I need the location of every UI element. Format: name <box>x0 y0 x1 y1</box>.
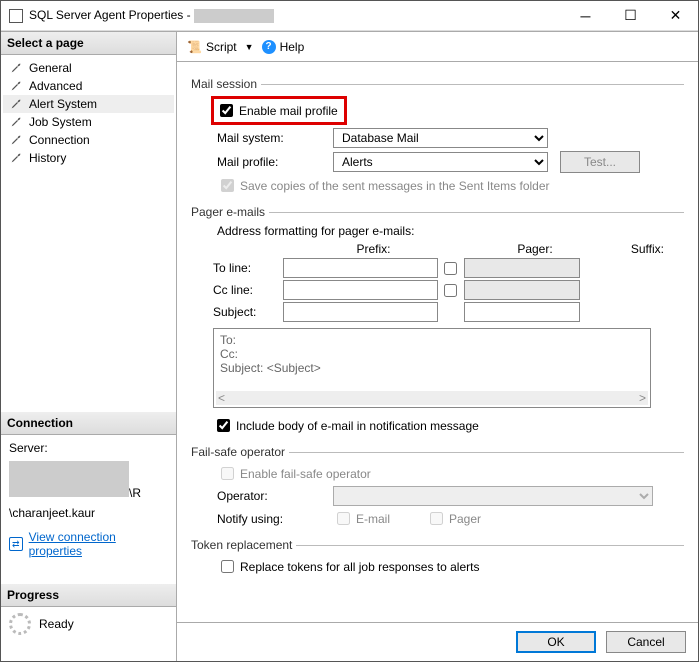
server-suffix: \R <box>129 486 141 500</box>
preview-subject: Subject: <Subject> <box>220 361 644 375</box>
maximize-button[interactable]: ☐ <box>608 1 653 30</box>
wrench-icon <box>9 79 23 93</box>
close-button[interactable]: ✕ <box>653 1 698 30</box>
mail-profile-select[interactable]: Alerts <box>333 152 548 172</box>
progress-spinner-icon <box>9 613 31 635</box>
subject-suffix-input[interactable] <box>464 302 580 322</box>
mail-system-select[interactable]: Database Mail <box>333 128 548 148</box>
sidebar-item-alert-system[interactable]: Alert System <box>3 95 174 113</box>
notify-email-label: E-mail <box>356 512 426 526</box>
preview-cc: Cc: <box>220 347 644 361</box>
wrench-icon <box>9 133 23 147</box>
sidebar-item-general[interactable]: General <box>3 59 174 77</box>
to-line-label: To line: <box>203 261 283 275</box>
redacted-block <box>9 461 129 497</box>
preview-to: To: <box>220 333 644 347</box>
preview-box: To: Cc: Subject: <Subject> <> <box>213 328 651 408</box>
sidebar-item-advanced[interactable]: Advanced <box>3 77 174 95</box>
dialog-window: SQL Server Agent Properties - ─ ☐ ✕ Sele… <box>0 0 699 662</box>
cc-pager-checkbox[interactable] <box>444 284 457 297</box>
help-icon: ? <box>262 40 276 54</box>
wrench-icon <box>9 61 23 75</box>
enable-mail-profile-label: Enable mail profile <box>239 104 338 118</box>
highlight-box: Enable mail profile <box>211 96 347 125</box>
include-body-checkbox[interactable] <box>217 419 230 432</box>
pager-legend: Pager e-mails <box>191 205 269 219</box>
horizontal-scrollbar[interactable]: <> <box>216 391 648 405</box>
page-list: General Advanced Alert System Job System… <box>1 55 176 171</box>
token-group: Token replacement Replace tokens for all… <box>191 545 684 581</box>
test-button: Test... <box>560 151 640 173</box>
user-line: \charanjeet.kaur <box>9 506 168 520</box>
save-copies-checkbox <box>221 179 234 192</box>
address-formatting-label: Address formatting for pager e-mails: <box>203 224 684 238</box>
redacted-server <box>194 9 274 23</box>
chevron-down-icon: ▼ <box>245 42 254 52</box>
pager-header: Pager: <box>477 242 593 256</box>
replace-tokens-checkbox[interactable] <box>221 560 234 573</box>
sidebar-item-job-system[interactable]: Job System <box>3 113 174 131</box>
to-pager-checkbox[interactable] <box>444 262 457 275</box>
dialog-footer: OK Cancel <box>177 622 698 661</box>
pager-emails-group: Pager e-mails Address formatting for pag… <box>191 212 684 440</box>
minimize-button[interactable]: ─ <box>563 1 608 30</box>
wrench-icon <box>9 97 23 111</box>
enable-failsafe-checkbox <box>221 467 234 480</box>
titlebar[interactable]: SQL Server Agent Properties - ─ ☐ ✕ <box>1 1 698 31</box>
cc-prefix-input[interactable] <box>283 280 438 300</box>
enable-failsafe-label: Enable fail-safe operator <box>240 467 371 481</box>
subject-prefix-input[interactable] <box>283 302 438 322</box>
toolbar: 📜 Script ▼ ? Help <box>177 32 698 62</box>
operator-select <box>333 486 653 506</box>
include-body-label: Include body of e-mail in notification m… <box>236 419 479 433</box>
script-button[interactable]: 📜 Script ▼ <box>187 40 254 54</box>
save-copies-label: Save copies of the sent messages in the … <box>240 179 550 193</box>
failsafe-group: Fail-safe operator Enable fail-safe oper… <box>191 452 684 533</box>
prefix-header: Prefix: <box>296 242 451 256</box>
select-page-header: Select a page <box>1 32 176 55</box>
connection-info: Server: \R \charanjeet.kaur ⇄ View conne… <box>1 435 176 564</box>
notify-pager-checkbox <box>430 512 443 525</box>
sidebar-item-history[interactable]: History <box>3 149 174 167</box>
mail-session-group: Mail session Enable mail profile Mail sy… <box>191 84 684 200</box>
notify-pager-label: Pager <box>449 512 481 526</box>
ok-button[interactable]: OK <box>516 631 596 653</box>
window-title: SQL Server Agent Properties - <box>29 8 563 23</box>
cc-suffix-input <box>464 280 580 300</box>
notify-label: Notify using: <box>203 512 333 526</box>
progress-header: Progress <box>1 584 176 607</box>
mail-session-legend: Mail session <box>191 77 261 91</box>
wrench-icon <box>9 151 23 165</box>
failsafe-legend: Fail-safe operator <box>191 445 289 459</box>
token-legend: Token replacement <box>191 538 296 552</box>
operator-label: Operator: <box>203 489 333 503</box>
app-icon <box>9 9 23 23</box>
mail-profile-label: Mail profile: <box>203 155 333 169</box>
left-panel: Select a page General Advanced Alert Sys… <box>1 32 177 661</box>
cc-line-label: Cc line: <box>203 283 283 297</box>
help-button[interactable]: ? Help <box>262 40 305 54</box>
mail-system-label: Mail system: <box>203 131 333 145</box>
subject-label: Subject: <box>203 305 283 319</box>
to-suffix-input <box>464 258 580 278</box>
cancel-button[interactable]: Cancel <box>606 631 686 653</box>
sidebar-item-connection[interactable]: Connection <box>3 131 174 149</box>
enable-mail-profile-checkbox[interactable] <box>220 104 233 117</box>
script-icon: 📜 <box>187 40 202 54</box>
server-label: Server: <box>9 441 168 455</box>
wrench-icon <box>9 115 23 129</box>
suffix-header: Suffix: <box>593 242 684 256</box>
replace-tokens-label: Replace tokens for all job responses to … <box>240 560 479 574</box>
to-prefix-input[interactable] <box>283 258 438 278</box>
notify-email-checkbox <box>337 512 350 525</box>
view-connection-properties-link[interactable]: View connection properties <box>29 530 168 558</box>
connection-header: Connection <box>1 412 176 435</box>
progress-status: Ready <box>39 617 74 631</box>
connection-icon: ⇄ <box>9 537 23 551</box>
